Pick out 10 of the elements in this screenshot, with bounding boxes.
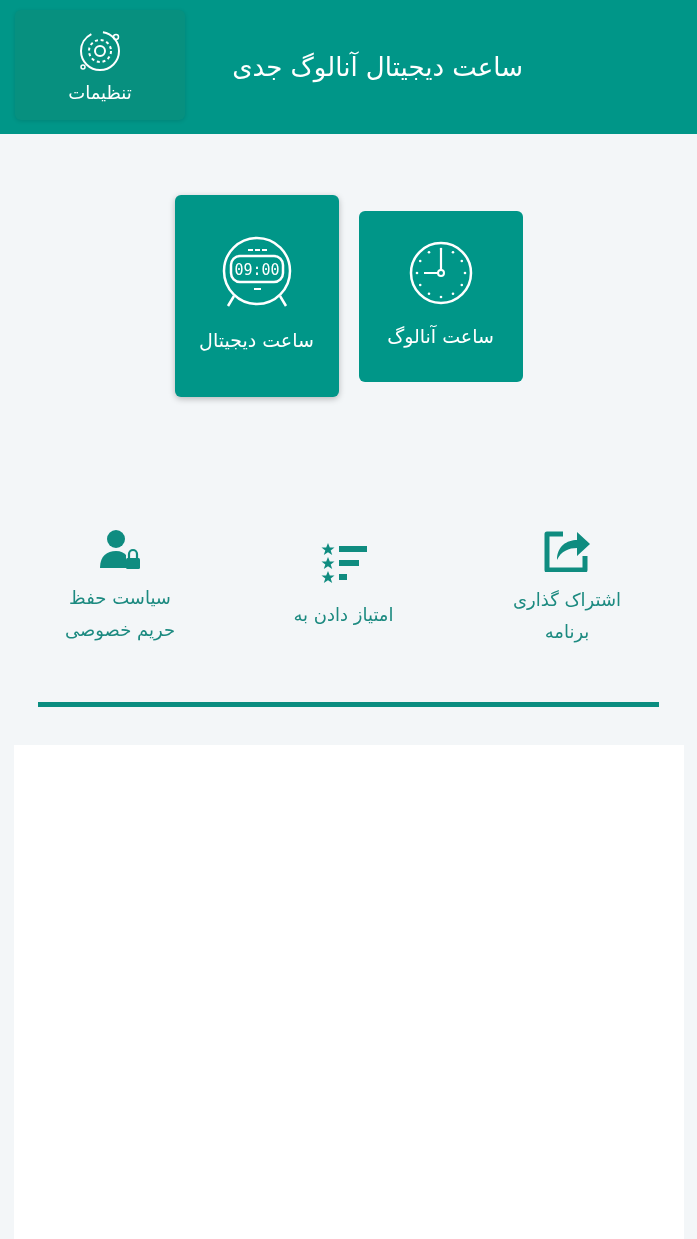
rate-button[interactable]: امتیاز دادن به	[253, 524, 434, 650]
settings-button[interactable]: تنظیمات	[15, 10, 185, 120]
share-button[interactable]: اشتراک گذاری برنامه	[477, 524, 657, 650]
privacy-button[interactable]: سیاست حفظ حریم خصوصی	[30, 524, 210, 650]
app-title: ساعت دیجیتال آنالوگ جدی	[232, 52, 523, 82]
clock-time: 09:00	[233, 261, 280, 279]
alarm-clock-icon	[222, 236, 291, 308]
user-lock-icon	[99, 528, 141, 570]
clock-icon	[407, 240, 474, 306]
clock-card[interactable]: ساعت آنالوگ	[358, 210, 523, 382]
